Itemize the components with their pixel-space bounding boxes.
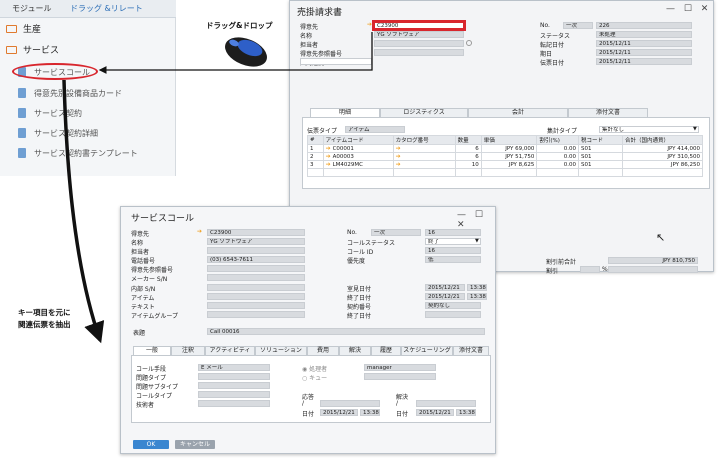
window-controls[interactable]: — ☐ ✕ [457, 210, 495, 230]
label-item: アイテム [131, 295, 155, 302]
problem-type-field[interactable] [198, 373, 270, 380]
text-field[interactable] [207, 302, 305, 309]
label-response-date: 日付 [302, 411, 315, 418]
label-name: 名称 [131, 240, 144, 247]
label-internal-sn: 内部 S/N [131, 286, 156, 293]
tab-expenses[interactable]: 費用 [307, 346, 339, 355]
label-problem-type: 問題タイプ [136, 375, 167, 382]
label-phone: 電話番号 [131, 258, 156, 265]
handler-field[interactable]: manager [364, 364, 436, 371]
label-subject: 表題 [133, 330, 146, 337]
label-contract-no: 契約番号 [347, 304, 372, 311]
label-call-status: コールステータス [347, 240, 396, 247]
label-end-date-2: 終了日付 [347, 313, 372, 320]
series-field[interactable]: 一次 [371, 229, 421, 236]
label-call-type: コールタイプ [136, 393, 173, 400]
label-call-id: コール ID [347, 249, 374, 256]
tab-solutions[interactable]: ソリューション [255, 346, 307, 355]
created-date-field[interactable]: 2015/12/21 [425, 284, 465, 291]
label-item-group: アイテムグループ [131, 313, 179, 320]
label-origin: コール手段 [136, 366, 167, 373]
label-text: テキスト [131, 304, 155, 311]
end-date-field[interactable]: 2015/12/21 [425, 293, 465, 300]
item-field[interactable] [207, 293, 305, 300]
label-priority: 優先度 [347, 258, 366, 265]
response-field[interactable] [320, 400, 380, 407]
end-date-2-field[interactable] [425, 311, 481, 318]
name-field[interactable]: YG ソフトウェア [207, 238, 305, 245]
call-id-field: 16 [425, 247, 481, 254]
call-type-field[interactable] [198, 391, 270, 398]
general-panel: コール手段 問題タイプ 問題サブタイプ コールタイプ 技術者 E メール ◉ 処… [131, 355, 491, 423]
created-time-field[interactable]: 13:38 [467, 284, 487, 291]
label-resolution-date: 日付 [396, 411, 409, 418]
label-problem-subtype: 問題サブタイプ [136, 384, 179, 391]
radio-handler[interactable]: ◉ 処理者 [302, 364, 327, 373]
resolution-field[interactable] [416, 400, 476, 407]
label-customer: 得意先 [131, 231, 150, 238]
response-date-field[interactable]: 2015/12/21 [320, 409, 358, 416]
radio-queue-label: キュー [309, 375, 328, 382]
label-end-date: 終了日付 [347, 295, 372, 302]
service-call-title: サービスコール [131, 214, 195, 224]
note-line-1: キー項目を元に [18, 308, 71, 317]
technician-field[interactable] [198, 400, 270, 407]
tab-scheduling[interactable]: スケジューリング [401, 346, 453, 355]
dropdown-icon[interactable]: ▼ [475, 238, 479, 244]
label-technician: 技術者 [136, 402, 155, 409]
resolution-time-field[interactable]: 13:38 [456, 409, 476, 416]
link-arrow-icon[interactable]: ➔ [197, 228, 202, 235]
problem-subtype-field[interactable] [198, 382, 270, 389]
subject-field[interactable]: Call 00016 [207, 328, 485, 335]
ok-button[interactable]: OK [133, 440, 169, 449]
label-customer-ref: 得意先参照番号 [131, 267, 174, 274]
label-no: No. [347, 229, 357, 236]
call-status-select[interactable]: 終了 [425, 238, 481, 245]
note-line-2: 関連伝票を抽出 [18, 320, 71, 329]
radio-handler-label: 処理者 [309, 366, 328, 373]
tab-history[interactable]: 履歴 [371, 346, 401, 355]
tab-activities[interactable]: アクティビティ [205, 346, 255, 355]
internal-sn-field[interactable] [207, 284, 305, 291]
label-mfr-sn: メーカー S/N [131, 276, 168, 283]
queue-field[interactable] [364, 373, 436, 380]
tab-attachments[interactable]: 添付文書 [453, 346, 489, 355]
tab-general[interactable]: 一般 [133, 346, 171, 355]
slash-resolution: / [396, 400, 399, 407]
extract-note: キー項目を元に 関連伝票を抽出 [18, 307, 71, 331]
label-contact: 担当者 [131, 249, 150, 256]
resolution-date-field[interactable]: 2015/12/21 [416, 409, 454, 416]
service-tabbar: 一般 注釈 アクティビティ ソリューション 費用 解決 履歴 スケジューリング … [133, 346, 489, 355]
slash-response: / [302, 400, 305, 407]
mfr-sn-field[interactable] [207, 274, 305, 281]
origin-field[interactable]: E メール [198, 364, 270, 371]
contact-field[interactable] [207, 247, 305, 254]
tab-remarks[interactable]: 注釈 [171, 346, 205, 355]
call-number-field[interactable]: 16 [425, 229, 481, 236]
priority-field[interactable]: 低 [425, 256, 481, 263]
item-group-field[interactable] [207, 311, 305, 318]
response-time-field[interactable]: 13:38 [360, 409, 380, 416]
tab-resolution[interactable]: 解決 [339, 346, 371, 355]
end-time-field[interactable]: 13:38 [467, 293, 487, 300]
customer-ref-field[interactable] [207, 265, 305, 272]
contract-no-field[interactable]: 契約なし [425, 302, 481, 309]
customer-field[interactable]: C23900 [207, 229, 305, 236]
service-call-window: サービスコール — ☐ ✕ 得意先 名称 担当者 電話番号 得意先参照番号 メー… [120, 206, 496, 454]
phone-field[interactable]: (03) 6543-7611 [207, 256, 305, 263]
radio-queue[interactable]: ○ キュー [302, 373, 327, 382]
cancel-button[interactable]: キャンセル [175, 440, 215, 449]
label-created-date: 室見日付 [347, 286, 372, 293]
